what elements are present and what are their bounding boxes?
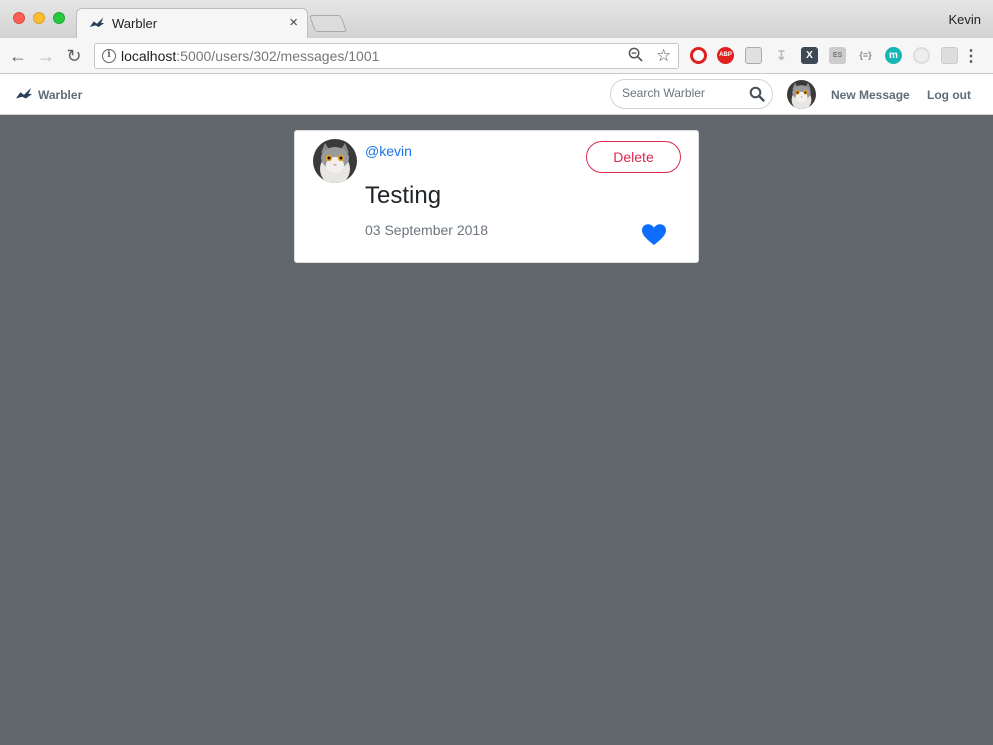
new-tab-button[interactable]: [308, 15, 348, 32]
message-card: @kevin Delete Testing 03 September 2018: [294, 130, 699, 263]
search-form: [610, 79, 773, 109]
delete-button[interactable]: Delete: [586, 141, 681, 173]
opera-icon[interactable]: [690, 47, 707, 64]
new-message-link[interactable]: New Message: [831, 88, 910, 102]
profile-name[interactable]: Kevin: [948, 12, 981, 27]
browser-toolbar: ← → ↻ i localhost:5000/users/302/message…: [0, 38, 993, 74]
es-icon[interactable]: ES: [829, 47, 846, 64]
back-icon[interactable]: ←: [6, 44, 30, 68]
browser-titlebar: Warbler × Kevin: [0, 0, 993, 38]
x-icon[interactable]: X: [801, 47, 818, 64]
message-username[interactable]: @kevin: [365, 143, 412, 159]
download-icon[interactable]: ↧: [773, 47, 790, 64]
forward-icon[interactable]: →: [34, 44, 58, 68]
app-navbar: Warbler New Message Log out: [0, 74, 993, 115]
message-date: 03 September 2018: [365, 222, 488, 238]
info-icon[interactable]: i: [102, 49, 116, 63]
warbler-logo-icon[interactable]: [15, 86, 33, 102]
tab-title: Warbler: [112, 16, 158, 31]
like-heart-icon[interactable]: [642, 224, 666, 246]
address-bar[interactable]: i localhost:5000/users/302/messages/1001…: [94, 43, 679, 69]
url-text[interactable]: localhost:5000/users/302/messages/1001: [121, 48, 379, 64]
bookmark-star-icon[interactable]: ☆: [656, 46, 671, 66]
zoom-icon[interactable]: [628, 47, 643, 66]
circle-icon[interactable]: [913, 47, 930, 64]
search-icon[interactable]: [749, 86, 765, 102]
reload-icon[interactable]: ↻: [62, 44, 86, 68]
adblock-icon[interactable]: ABP: [717, 47, 734, 64]
tab-close-icon[interactable]: ×: [289, 14, 298, 31]
cube-icon[interactable]: [745, 47, 762, 64]
message-author-avatar[interactable]: [313, 139, 357, 183]
browser-tab[interactable]: Warbler ×: [76, 8, 308, 38]
warbler-logo-icon: [89, 17, 105, 27]
user-avatar[interactable]: [787, 80, 816, 109]
maximize-window-button[interactable]: [53, 12, 65, 24]
search-input[interactable]: [622, 86, 752, 100]
log-out-link[interactable]: Log out: [927, 88, 971, 102]
json-icon[interactable]: {≡}: [857, 47, 874, 64]
menu-icon[interactable]: ⋮: [963, 46, 979, 66]
puzzle-icon[interactable]: [941, 47, 958, 64]
message-text: Testing: [365, 182, 442, 209]
m-icon[interactable]: m: [885, 47, 902, 64]
minimize-window-button[interactable]: [33, 12, 45, 24]
brand-name[interactable]: Warbler: [38, 88, 82, 102]
close-window-button[interactable]: [13, 12, 25, 24]
